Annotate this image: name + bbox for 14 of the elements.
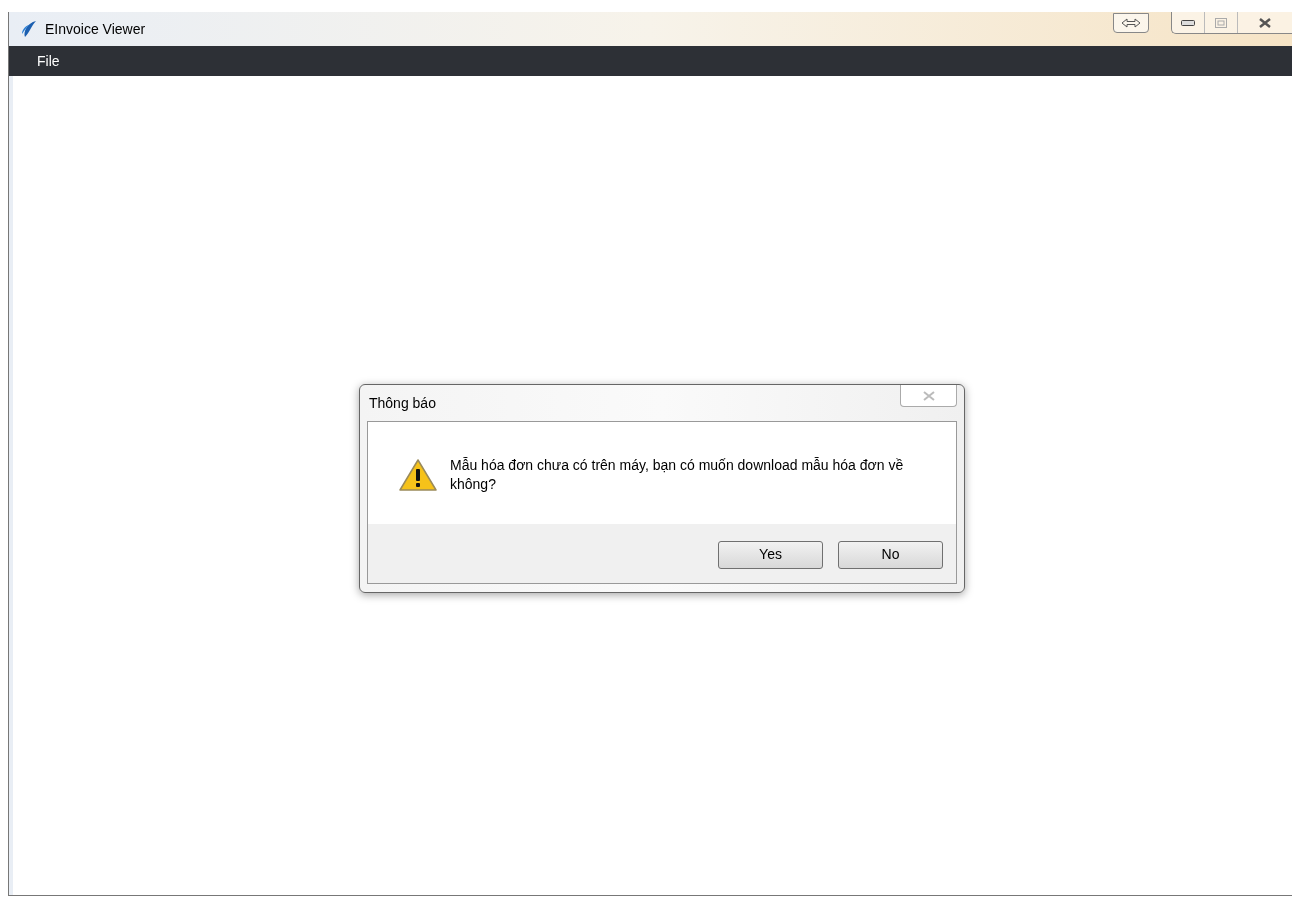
dialog-title: Thông báo [369, 393, 436, 413]
app-logo-icon [21, 20, 37, 38]
resize-button[interactable] [1113, 13, 1149, 33]
warning-icon [398, 458, 438, 492]
maximize-icon [1215, 17, 1227, 28]
minimize-icon [1181, 19, 1195, 26]
menu-item[interactable]: File [37, 50, 60, 72]
close-icon [1259, 17, 1271, 28]
close-icon [922, 390, 935, 401]
dialog-message: Mẫu hóa đơn chưa có trên máy, bạn có muốn download mẫu hóa đơn về không? [450, 456, 905, 494]
dialog-button[interactable]: No [838, 540, 943, 569]
double-arrow-icon [1121, 18, 1141, 28]
dialog-button[interactable]: Yes [718, 540, 823, 569]
window-title: EInvoice Viewer [45, 19, 146, 39]
